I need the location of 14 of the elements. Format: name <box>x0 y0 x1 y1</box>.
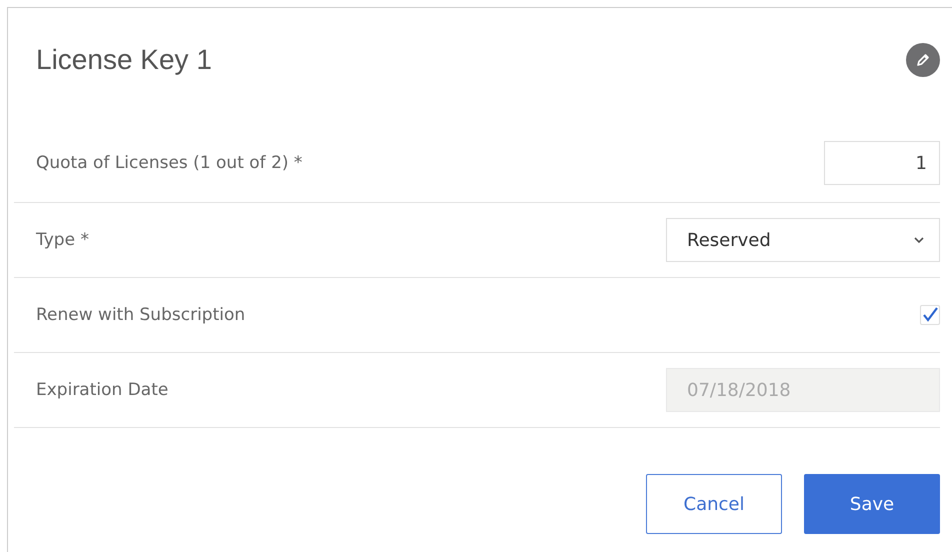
quota-input[interactable]: 1 <box>824 141 940 185</box>
dialog-title: License Key 1 <box>36 44 212 76</box>
cancel-button[interactable]: Cancel <box>646 474 782 534</box>
field-label: Quota of Licenses (1 out of 2) * <box>36 153 302 173</box>
field-label: Renew with Subscription <box>36 305 246 325</box>
checkbox[interactable] <box>920 305 940 325</box>
pencil-icon <box>915 52 931 68</box>
field-label: Type * <box>36 230 89 250</box>
field-label: Expiration Date <box>36 380 168 400</box>
checkmark-icon <box>921 306 939 324</box>
edit-button[interactable] <box>906 43 940 77</box>
save-button[interactable]: Save <box>804 474 940 534</box>
chevron-down-icon <box>913 236 925 244</box>
type-dropdown[interactable]: Reserved <box>666 218 940 262</box>
